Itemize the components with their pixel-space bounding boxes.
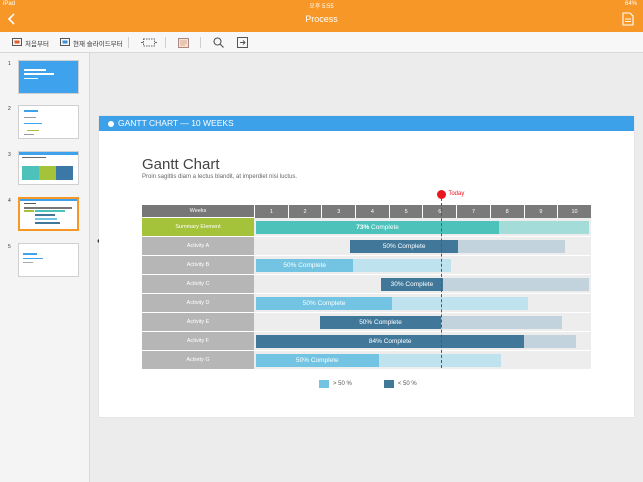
screen-mode-button[interactable] [141, 36, 160, 49]
task-track: 50% Complete [254, 351, 591, 370]
gantt-subtitle: Proin sagittis diam a lectus blandit, at… [142, 174, 298, 180]
toolbar-divider [200, 37, 201, 48]
legend-swatch-high [319, 380, 329, 388]
task-progress-label: 50% Complete [296, 357, 339, 364]
task-track: 50% Complete [254, 313, 591, 332]
thumbnail-number: 1 [8, 61, 11, 67]
screen-mode-icon [141, 38, 157, 47]
toolbar-divider [128, 37, 129, 48]
toolbar: 처음부터 현재 슬라이드부터 [0, 32, 643, 53]
week-tick-label: 7 [456, 205, 490, 218]
task-name-label: Activity B [142, 256, 254, 275]
play-from-current-button[interactable]: 현재 슬라이드부터 [60, 36, 123, 49]
slideshow-current-icon [60, 38, 70, 46]
search-icon [213, 37, 224, 48]
week-tick-label: 6 [422, 205, 457, 218]
task-progress-suffix: Complete [369, 224, 399, 231]
play-from-start-label: 처음부터 [25, 40, 49, 48]
thumbnail-number: 5 [8, 244, 11, 250]
task-name-label: Summary Element [142, 218, 254, 237]
task-name-label: Activity A [142, 237, 254, 256]
status-battery: 64% [624, 1, 637, 7]
task-track: 84% Complete [254, 332, 591, 351]
week-tick-label: 5 [388, 205, 423, 218]
task-name-label: Activity D [142, 294, 254, 313]
current-slide: GANTT CHART — 10 WEEKS Gantt Chart Proin… [99, 116, 634, 417]
week-tick-label: 10 [557, 205, 591, 218]
task-progress-label: 50% Complete [302, 300, 346, 307]
slide-thumbnail-5[interactable] [18, 243, 79, 277]
task-track: 50% Complete [254, 237, 591, 256]
today-marker-line [441, 198, 443, 368]
gantt-task-row: Activity D 50% Complete [142, 294, 591, 313]
task-progress-percent: 73% [356, 224, 370, 231]
app-title: Process [305, 14, 338, 24]
slide-header-bar: GANTT CHART — 10 WEEKS [99, 116, 634, 131]
thumbnail-number: 4 [8, 198, 11, 204]
task-name-label: Activity E [142, 313, 254, 332]
toolbar-divider [165, 37, 166, 48]
legend-label-high: > 50 % [333, 381, 352, 387]
slide-thumbnail-1[interactable] [18, 60, 79, 94]
slideshow-icon [12, 38, 22, 46]
slide-thumbnail-2[interactable] [18, 105, 79, 139]
gantt-task-row: Activity E 50% Complete [142, 313, 591, 332]
gantt-legend: > 50 % < 50 % [319, 380, 417, 388]
play-from-current-label: 현재 슬라이드부터 [73, 40, 123, 48]
bullet-dot-icon [108, 120, 114, 127]
week-header-cells: 1 2 3 4 5 6 7 8 9 10 [254, 205, 591, 218]
task-track: 30% Complete [254, 275, 591, 294]
week-tick-label: 2 [287, 205, 322, 218]
task-track: 50% Complete [254, 294, 591, 313]
task-track: 73% Complete [254, 218, 591, 237]
notes-icon [178, 37, 189, 48]
export-icon [237, 37, 248, 48]
gantt-task-row: Summary Element 73% Complete [142, 218, 591, 237]
app-header: iPad 오후 5:55 64% Process [0, 0, 643, 32]
today-label: Today [448, 191, 465, 197]
slide-thumbnail-4-selected[interactable] [18, 197, 79, 231]
task-progress-label: 84% Complete [368, 338, 412, 345]
task-name-label: Activity F [142, 332, 254, 351]
gantt-grid: Weeks 1 2 3 4 5 6 7 8 9 10 Summary Element 73% Com… [142, 205, 591, 370]
week-tick-label: 1 [254, 205, 288, 218]
status-time: 오후 5:55 [309, 4, 334, 10]
week-tick-label: 9 [523, 205, 558, 218]
task-name-label: Activity G [142, 351, 254, 370]
thumbnail-number: 3 [8, 152, 11, 158]
play-from-start-button[interactable]: 처음부터 [12, 36, 49, 49]
task-progress-label: 50% Complete [359, 319, 402, 326]
legend-swatch-low [383, 380, 394, 388]
gantt-task-row: Activity B 50% Complete [142, 256, 591, 275]
task-track: 50% Complete [254, 256, 591, 275]
thumbnail-number: 2 [8, 106, 11, 112]
gantt-task-row: Activity F 84% Complete [142, 332, 591, 351]
task-progress-label: 73% Complete [256, 221, 499, 234]
gantt-task-row: Activity C 30% Complete [142, 275, 591, 294]
gantt-task-row: Activity G 50% Complete [142, 351, 591, 370]
document-icon[interactable] [622, 12, 634, 26]
week-tick-label: 3 [321, 205, 356, 218]
weeks-column-header: Weeks [142, 205, 254, 218]
slide-header-text: GANTT CHART — 10 WEEKS [118, 118, 234, 128]
slide-thumbnail-3[interactable] [18, 151, 79, 185]
gantt-header-row: Weeks 1 2 3 4 5 6 7 8 9 10 [142, 205, 591, 218]
task-progress-label: 30% Complete [390, 281, 434, 288]
notes-button[interactable] [178, 36, 192, 49]
today-marker-dot [436, 190, 446, 199]
task-progress-label: 50% Complete [283, 262, 327, 269]
week-tick-label: 4 [355, 205, 389, 218]
export-button[interactable] [237, 36, 251, 49]
task-name-label: Activity C [142, 275, 254, 294]
gantt-title: Gantt Chart [142, 156, 220, 173]
week-tick-label: 8 [489, 205, 524, 218]
gantt-task-row: Activity A 50% Complete [142, 237, 591, 256]
search-button[interactable] [213, 36, 227, 49]
legend-label-low: < 50 % [397, 381, 417, 387]
